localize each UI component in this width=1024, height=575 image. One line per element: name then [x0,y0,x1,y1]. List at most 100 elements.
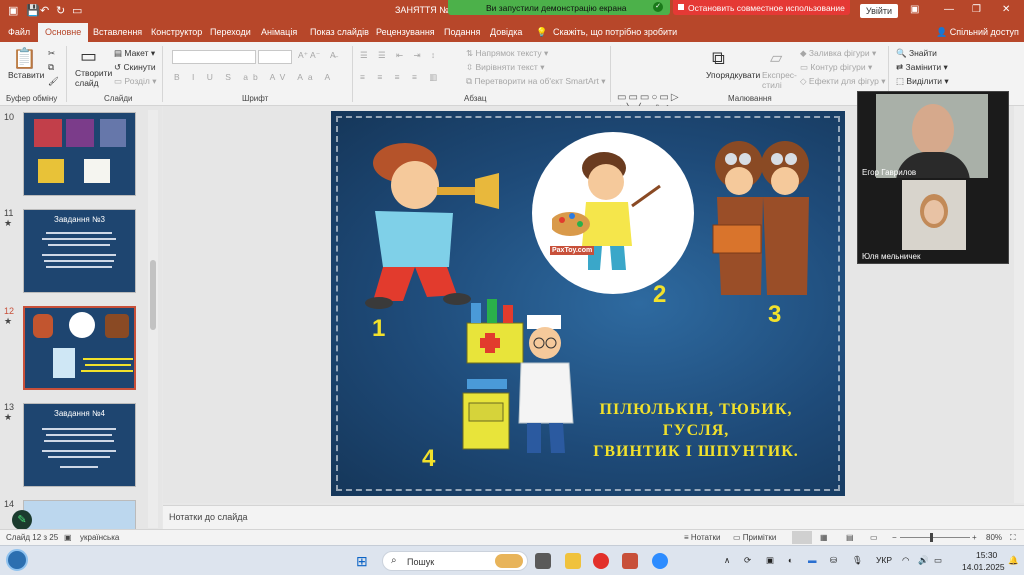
microphone-icon[interactable]: 🎙 [852,555,863,566]
reset-label: Скинути [123,62,156,72]
normal-view-icon[interactable] [792,531,812,544]
layout-button[interactable]: ▤ Макет ▾ [114,48,155,59]
slide-thumbnail-14[interactable] [23,500,136,530]
smartart-button[interactable]: ⧉ Перетворити на об'єкт SmartArt ▾ [466,76,606,87]
quick-styles-button[interactable]: Експрес-стилі [762,70,797,90]
format-painter-icon[interactable]: 🖌 [48,76,59,87]
slide-thumbnail-13[interactable]: Завдання №4 [23,403,136,487]
find-button[interactable]: 🔍 Знайти [896,48,937,59]
zoom-in-icon[interactable]: + [972,533,977,542]
tray-icon[interactable]: ▣ [766,555,774,566]
zoom-level[interactable]: 80% [986,533,1002,542]
minimize-icon[interactable]: — [944,4,954,15]
thumbnail-scrollbar[interactable] [148,110,158,528]
keyboard-language[interactable]: УКР [876,555,892,565]
tray-icon[interactable]: ◐ [788,555,793,565]
tab-transitions[interactable]: Переходи [210,27,251,37]
tab-review[interactable]: Рецензування [376,27,435,37]
tab-design[interactable]: Конструктор [151,27,202,37]
tab-home[interactable]: Основне [38,23,89,42]
maximize-icon[interactable]: ❐ [972,4,981,15]
reset-button[interactable]: ↺ Скинути [114,62,156,73]
notifications-icon[interactable]: 🔔 [1008,555,1019,566]
tab-view[interactable]: Подання [444,27,480,37]
list-icons[interactable]: ☰ ☰ ⇤ ⇥ ↕ [360,50,439,61]
notes-pane[interactable]: Нотатки до слайда [163,505,1024,529]
save-icon[interactable]: 💾 [26,4,40,17]
comments-toggle[interactable]: ▭ Примітки [733,533,776,542]
slide-thumbnail-10[interactable] [23,112,136,196]
copy-icon[interactable]: ⧉ [48,62,54,73]
opera-icon[interactable] [593,553,609,569]
share-button[interactable]: 👤 Спільний доступ [936,27,1019,38]
task-view-icon[interactable] [535,553,551,569]
zoom-slider[interactable] [900,537,970,538]
tray-icon[interactable]: ⛁ [830,555,837,566]
tab-animations[interactable]: Анімація [261,27,297,37]
paste-button[interactable]: Вставити [8,70,44,80]
shape-fill-button[interactable]: ◆ Заливка фігури ▾ [800,48,876,59]
tray-app-icon[interactable]: ⟳ [744,555,751,566]
reading-view-icon[interactable]: ▤ [846,533,854,542]
font-format-icons[interactable]: B I U S ab AV Aa A [174,72,335,82]
current-slide[interactable]: PaxToy.com 1 2 3 4 ПІЛЮЛЬКІН, ТЮБИК, ГУС… [331,111,845,496]
arrange-button[interactable]: Упорядкувати [706,70,760,80]
tab-file[interactable]: Файл [8,27,30,37]
align-text-button[interactable]: ⇳ Вирівняти текст ▾ [466,62,544,73]
quick-styles-icon[interactable]: ▱ [770,48,782,68]
slide-thumbnail-11[interactable]: Завдання №3 [23,209,136,293]
zoom-app-icon[interactable] [6,549,28,571]
zoom-slider-thumb[interactable] [930,533,933,542]
language-indicator[interactable]: українська [80,533,119,542]
slide-thumbnail-12[interactable] [23,306,136,390]
slide-sorter-icon[interactable]: ▦ [820,533,828,542]
paste-icon[interactable]: 📋 [12,46,37,71]
undo-icon[interactable]: ↶ [40,4,49,17]
tab-slideshow[interactable]: Показ слайдів [310,27,369,37]
ribbon-options-icon[interactable]: ▣ [910,4,919,15]
clear-format-icon[interactable]: A̶ [330,50,336,60]
spellcheck-icon[interactable]: ▣ [64,533,72,542]
powerpoint-icon[interactable] [622,553,638,569]
close-icon[interactable]: ✕ [1002,4,1010,15]
redo-icon[interactable]: ↻ [56,4,65,17]
select-button[interactable]: ⬚ Виділити ▾ [896,76,949,87]
new-slide-button[interactable]: Створити слайд [75,68,115,88]
text-direction-button[interactable]: ⇅ Напрямок тексту ▾ [466,48,548,59]
new-slide-icon[interactable]: ▭ [80,46,97,67]
volume-icon[interactable]: 🔊 [918,555,929,566]
zoom-out-icon[interactable]: − [892,533,897,542]
canvas-scrollbar[interactable] [1014,106,1024,503]
clock-date[interactable]: 14.01.2025 [962,562,1005,572]
fit-slide-icon[interactable]: ⛶ [1010,533,1016,543]
notes-toggle[interactable]: ≡ Нотатки [684,533,720,542]
clock-time[interactable]: 15:30 [976,550,997,560]
tab-insert[interactable]: Вставлення [93,27,142,37]
arrange-icon[interactable]: ⧉ [712,48,725,69]
tell-me-box[interactable]: Скажіть, що потрібно зробити [553,27,677,37]
font-family-dropdown[interactable] [172,50,256,64]
file-explorer-icon[interactable] [565,553,581,569]
stop-sharing-button[interactable]: Остановить совместное использование [673,0,850,15]
present-icon[interactable]: ▭ [72,4,82,17]
font-size-dropdown[interactable] [258,50,292,64]
zoom-taskbar-icon[interactable] [652,553,668,569]
autosave-icon[interactable]: ▣ [8,4,18,17]
replace-button[interactable]: ⇄ Замінити ▾ [896,62,948,73]
slideshow-view-icon[interactable]: ▭ [870,533,878,542]
align-icons[interactable]: ≡ ≡ ≡ ≡ ▥ [360,72,442,83]
tab-help[interactable]: Довідка [490,27,522,37]
tray-chevron-icon[interactable]: ∧ [724,555,730,566]
pen-icon[interactable]: ✎ [12,510,32,530]
battery-icon[interactable]: ▭ [934,555,942,566]
section-button[interactable]: ▭ Розділ ▾ [114,76,157,87]
sign-in-button[interactable]: Увійти [860,4,898,18]
cut-icon[interactable]: ✂ [48,48,55,59]
start-icon[interactable]: ⊞ [356,553,372,569]
taskbar-search[interactable]: ⌕ Пошук [382,551,528,571]
wifi-icon[interactable]: ◠ [902,555,909,566]
shape-effects-button[interactable]: ◇ Ефекти для фігур ▾ [800,76,886,87]
flag-icon[interactable]: ▬ [808,555,817,565]
font-grow-icon[interactable]: A⁺ A⁻ [298,50,320,61]
shape-outline-button[interactable]: ▭ Контур фігури ▾ [800,62,872,73]
